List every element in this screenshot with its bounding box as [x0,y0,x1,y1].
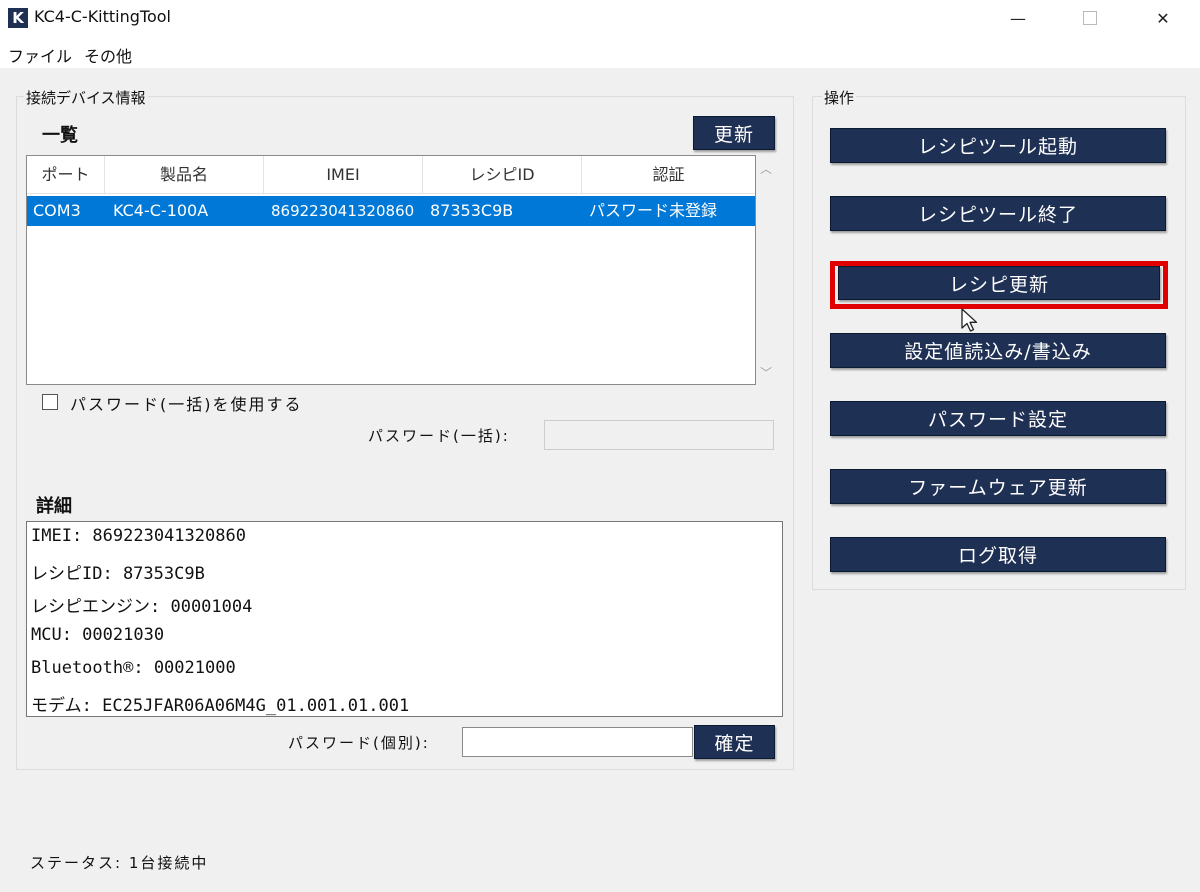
mouse-cursor-icon [961,308,978,332]
maximize-button[interactable] [1067,0,1113,36]
use-bulk-password-label: パスワード(一括)を使用する [70,395,303,414]
table-row[interactable]: COM3 KC4-C-100A 869223041320860 87353C9B… [27,196,755,226]
recipe-tool-stop-button[interactable]: レシピツール終了 [830,196,1166,231]
app-icon: K [8,8,28,28]
cell-product-name: KC4-C-100A [113,201,209,220]
detail-line-recipe-id: レシピID: 87353C9B [31,564,205,584]
confirm-button[interactable]: 確定 [694,725,775,759]
title-bar: K KC4-C-KittingTool — ✕ [0,0,1200,36]
detail-line-modem: モデム: EC25JFAR06A06M4G_01.001.01.001 [31,696,410,716]
scroll-down-arrow-icon[interactable]: ﹀ [760,364,772,381]
device-list[interactable]: ポート 製品名 IMEI レシピID 認証 COM3 KC4-C-100A 86… [26,155,756,385]
bulk-password-input[interactable] [544,420,774,450]
cell-recipe-id: 87353C9B [430,201,514,220]
cell-auth: パスワード未登録 [589,201,718,220]
use-bulk-password-checkbox[interactable] [42,394,58,410]
list-title: 一覧 [42,125,78,146]
minimize-button[interactable]: — [995,0,1041,36]
maximize-icon [1083,11,1097,25]
individual-password-label: パスワード(個別): [288,734,430,752]
detail-line-imei: IMEI: 869223041320860 [31,526,246,546]
operations-group-label: 操作 [822,87,857,108]
menu-bar: ファイル その他 [0,36,1200,68]
cell-port: COM3 [33,201,81,220]
detail-line-bluetooth: Bluetooth®: 00021000 [31,658,236,678]
status-text: ステータス: 1台接続中 [30,854,209,872]
column-header-auth[interactable]: 認証 [582,156,755,194]
settings-read-write-button[interactable]: 設定値読込み/書込み [830,333,1166,368]
device-info-group-label: 接続デバイス情報 [24,87,148,108]
window-title: KC4-C-KittingTool [34,7,171,26]
log-acquire-button[interactable]: ログ取得 [830,537,1166,572]
close-button[interactable]: ✕ [1140,0,1186,36]
column-header-recipe-id[interactable]: レシピID [423,156,582,194]
cell-imei: 869223041320860 [271,202,415,220]
detail-line-mcu: MCU: 00021030 [31,625,165,645]
detail-title: 詳細 [36,496,72,517]
menu-file[interactable]: ファイル [8,43,72,67]
detail-line-recipe-engine: レシピエンジン: 00001004 [31,597,253,617]
menu-other[interactable]: その他 [84,43,132,67]
column-header-product-name[interactable]: 製品名 [105,156,264,194]
password-settings-button[interactable]: パスワード設定 [830,401,1166,436]
scroll-up-arrow-icon[interactable]: ︿ [760,160,772,177]
bulk-password-label: パスワード(一括): [368,427,510,445]
highlight-frame [830,261,1168,309]
column-header-imei[interactable]: IMEI [264,156,423,194]
refresh-button[interactable]: 更新 [693,116,775,150]
recipe-tool-start-button[interactable]: レシピツール起動 [830,128,1166,163]
firmware-update-button[interactable]: ファームウェア更新 [830,469,1166,504]
individual-password-input[interactable] [462,727,693,757]
device-list-header: ポート 製品名 IMEI レシピID 認証 [27,156,755,194]
detail-text-area[interactable]: IMEI: 869223041320860 レシピID: 87353C9B レシ… [26,521,783,717]
column-header-port[interactable]: ポート [27,156,105,194]
